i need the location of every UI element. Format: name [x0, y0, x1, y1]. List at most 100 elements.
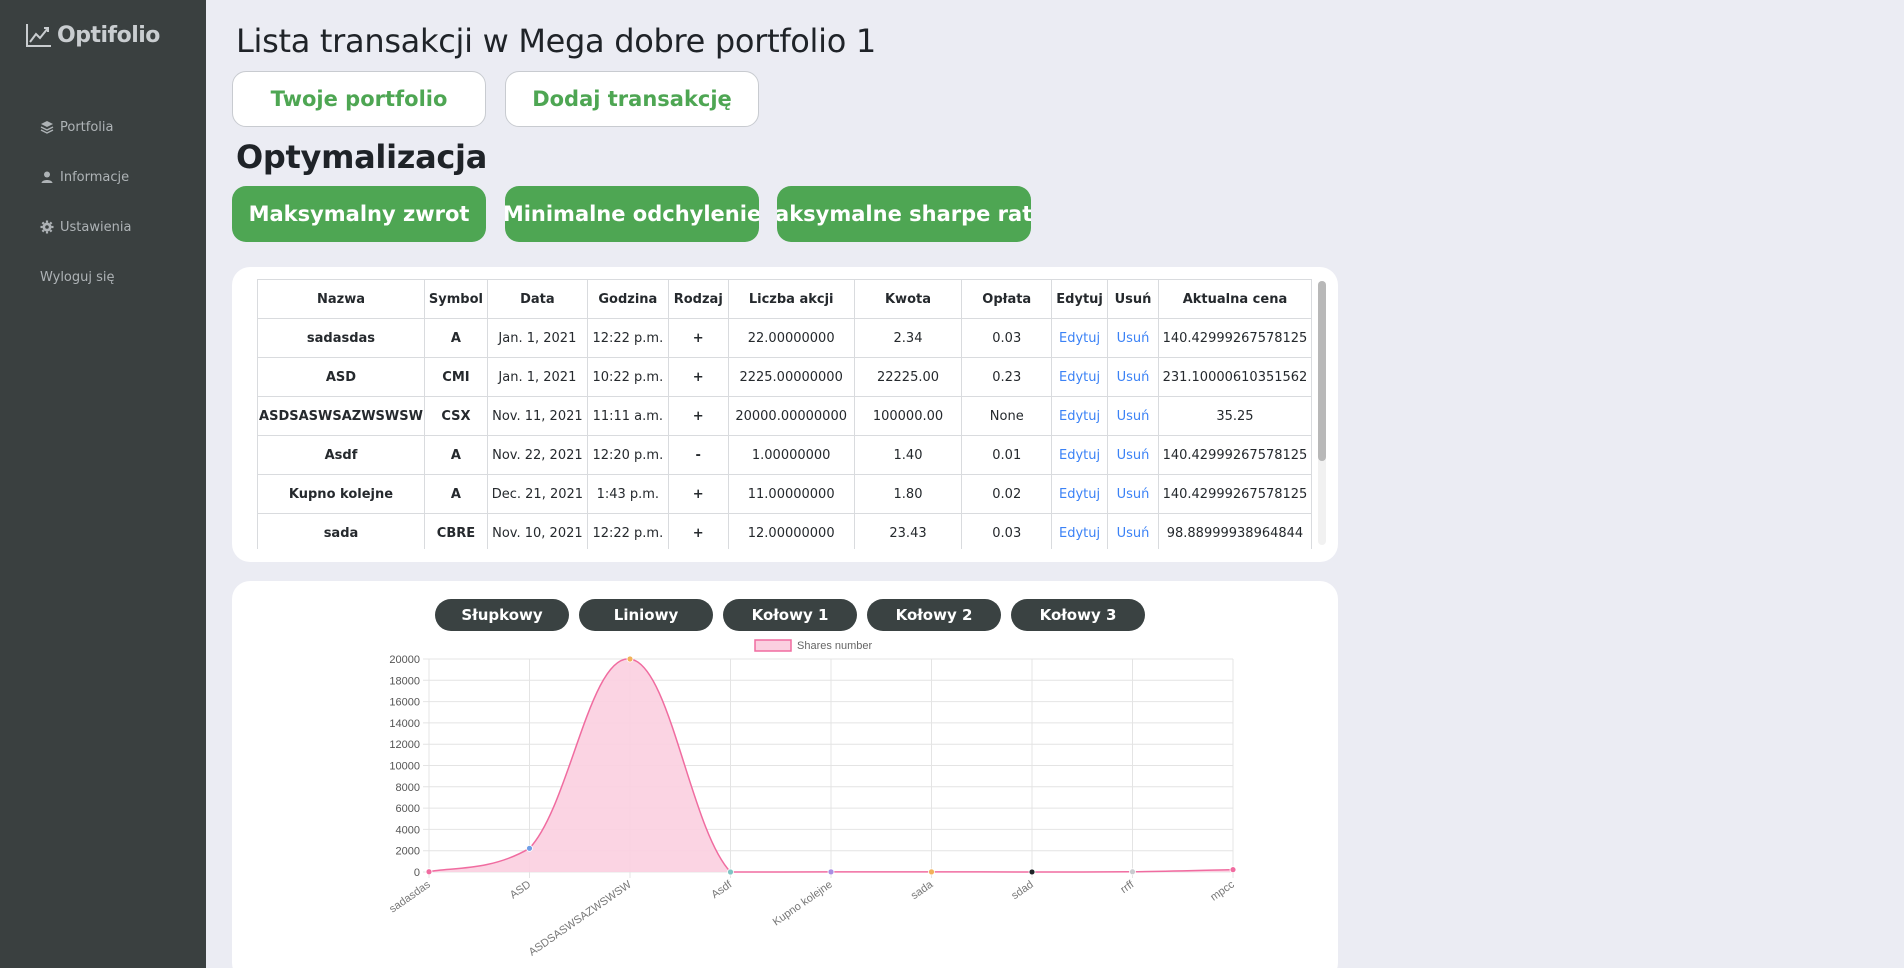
cell-fee: 0.23 [961, 357, 1053, 397]
min-deviation-button[interactable]: Minimalne odchylenie [505, 186, 759, 242]
cell-name: Asdf [257, 435, 425, 475]
column-header: Symbol [423, 279, 488, 319]
sidebar-item-label: Ustawienia [60, 219, 132, 235]
cell-time: 10:22 p.m. [586, 357, 669, 397]
cell-price: 140.42999267578125 [1157, 435, 1312, 475]
page-title: Lista transakcji w Mega dobre portfolio … [236, 22, 876, 60]
table-scrollbar[interactable] [1318, 281, 1326, 545]
legend-label: Shares number [797, 640, 873, 652]
legend-swatch [754, 639, 792, 652]
cell-date: Nov. 11, 2021 [486, 396, 588, 436]
transactions-card: Nazwa Symbol Data Godzina Rodzaj Liczba … [232, 267, 1338, 562]
cell-name: ASD [257, 357, 425, 397]
cell-edit: Edytuj [1051, 435, 1109, 475]
brand-name: Optifolio [57, 22, 160, 48]
column-header: Godzina [586, 279, 669, 319]
chart-line-icon [26, 24, 51, 47]
table-row: Asdf A Nov. 22, 2021 12:20 p.m. - 1.0000… [257, 435, 1312, 475]
y-tick-label: 16000 [389, 697, 420, 709]
cell-amount: 23.43 [853, 513, 963, 549]
cell-symbol: CBRE [423, 513, 488, 549]
y-tick-label: 6000 [396, 803, 420, 815]
cell-type: + [667, 474, 729, 514]
data-point [526, 844, 533, 852]
delete-link[interactable]: Usuń [1117, 409, 1150, 424]
edit-link[interactable]: Edytuj [1059, 370, 1100, 385]
scrollbar-thumb[interactable] [1318, 281, 1326, 461]
cell-type: + [667, 357, 729, 397]
cell-name: ASDSASWSAZWSWSW [257, 396, 425, 436]
sidebar-item-logout[interactable]: Wyloguj się [0, 252, 206, 302]
column-header: Rodzaj [667, 279, 729, 319]
cell-fee: 0.02 [961, 474, 1053, 514]
y-tick-label: 14000 [389, 718, 420, 730]
cell-amount: 22225.00 [853, 357, 963, 397]
add-transaction-button[interactable]: Dodaj transakcję [505, 71, 759, 127]
x-tick-label: mpcc [1208, 878, 1237, 903]
cell-edit: Edytuj [1051, 474, 1109, 514]
cell-name: sadasdas [257, 318, 425, 358]
cell-edit: Edytuj [1051, 318, 1109, 358]
cell-name: Kupno kolejne [257, 474, 425, 514]
sidebar-item-informacje[interactable]: Informacje [0, 152, 206, 202]
cell-amount: 100000.00 [853, 396, 963, 436]
data-point [626, 655, 634, 663]
cell-date: Jan. 1, 2021 [486, 318, 588, 358]
data-point [425, 868, 433, 876]
user-icon [40, 170, 54, 184]
cell-amount: 1.80 [853, 474, 963, 514]
delete-link[interactable]: Usuń [1117, 331, 1150, 346]
column-header: Data [486, 279, 588, 319]
cell-type: + [667, 318, 729, 358]
layers-icon [40, 120, 54, 134]
edit-link[interactable]: Edytuj [1059, 409, 1100, 424]
delete-link[interactable]: Usuń [1117, 448, 1150, 463]
brand-logo[interactable]: Optifolio [25, 22, 160, 48]
delete-link[interactable]: Usuń [1117, 370, 1150, 385]
x-tick-label: sada [909, 878, 936, 902]
sidebar-item-label: Portfolia [60, 119, 114, 135]
cell-type: + [667, 396, 729, 436]
column-header: Usuń [1107, 279, 1159, 319]
cell-time: 1:43 p.m. [586, 474, 669, 514]
edit-link[interactable]: Edytuj [1059, 487, 1100, 502]
data-point [1028, 868, 1036, 876]
cell-time: 12:22 p.m. [586, 513, 669, 549]
cell-time: 12:20 p.m. [586, 435, 669, 475]
your-portfolio-button[interactable]: Twoje portfolio [232, 71, 486, 127]
data-point [727, 868, 734, 876]
cell-date: Nov. 22, 2021 [486, 435, 588, 475]
cell-delete: Usuń [1107, 435, 1159, 475]
cell-edit: Edytuj [1051, 396, 1109, 436]
max-return-button[interactable]: Maksymalny zwrot [232, 186, 486, 242]
max-sharpe-button[interactable]: Maksymalne sharpe ratio [777, 186, 1031, 242]
cell-fee: 0.03 [961, 513, 1053, 549]
sidebar-item-label: Informacje [60, 169, 130, 185]
cell-price: 140.42999267578125 [1157, 474, 1312, 514]
cell-shares: 2225.00000000 [727, 357, 855, 397]
cell-edit: Edytuj [1051, 357, 1109, 397]
cell-price: 231.10000610351562 [1157, 357, 1312, 397]
table-row: sadasdas A Jan. 1, 2021 12:22 p.m. + 22.… [257, 318, 1312, 358]
cell-symbol: A [423, 435, 488, 475]
cell-price: 35.25 [1157, 396, 1312, 436]
cell-shares: 11.00000000 [727, 474, 855, 514]
cell-date: Jan. 1, 2021 [486, 357, 588, 397]
delete-link[interactable]: Usuń [1117, 526, 1150, 541]
edit-link[interactable]: Edytuj [1059, 526, 1100, 541]
sidebar-item-ustawienia[interactable]: Ustawienia [0, 202, 206, 252]
y-tick-label: 18000 [389, 675, 420, 687]
x-tick-label: Asdf [709, 878, 735, 901]
transactions-table: Nazwa Symbol Data Godzina Rodzaj Liczba … [257, 279, 1312, 549]
edit-link[interactable]: Edytuj [1059, 331, 1100, 346]
table-header-row: Nazwa Symbol Data Godzina Rodzaj Liczba … [257, 279, 1312, 319]
cell-delete: Usuń [1107, 474, 1159, 514]
table-row: ASDSASWSAZWSWSW CSX Nov. 11, 2021 11:11 … [257, 396, 1312, 436]
sidebar-item-portfolia[interactable]: Portfolia [0, 102, 206, 152]
delete-link[interactable]: Usuń [1117, 487, 1150, 502]
edit-link[interactable]: Edytuj [1059, 448, 1100, 463]
cell-delete: Usuń [1107, 318, 1159, 358]
y-tick-label: 4000 [396, 824, 420, 836]
y-tick-label: 2000 [396, 846, 420, 858]
cell-fee: None [961, 396, 1053, 436]
